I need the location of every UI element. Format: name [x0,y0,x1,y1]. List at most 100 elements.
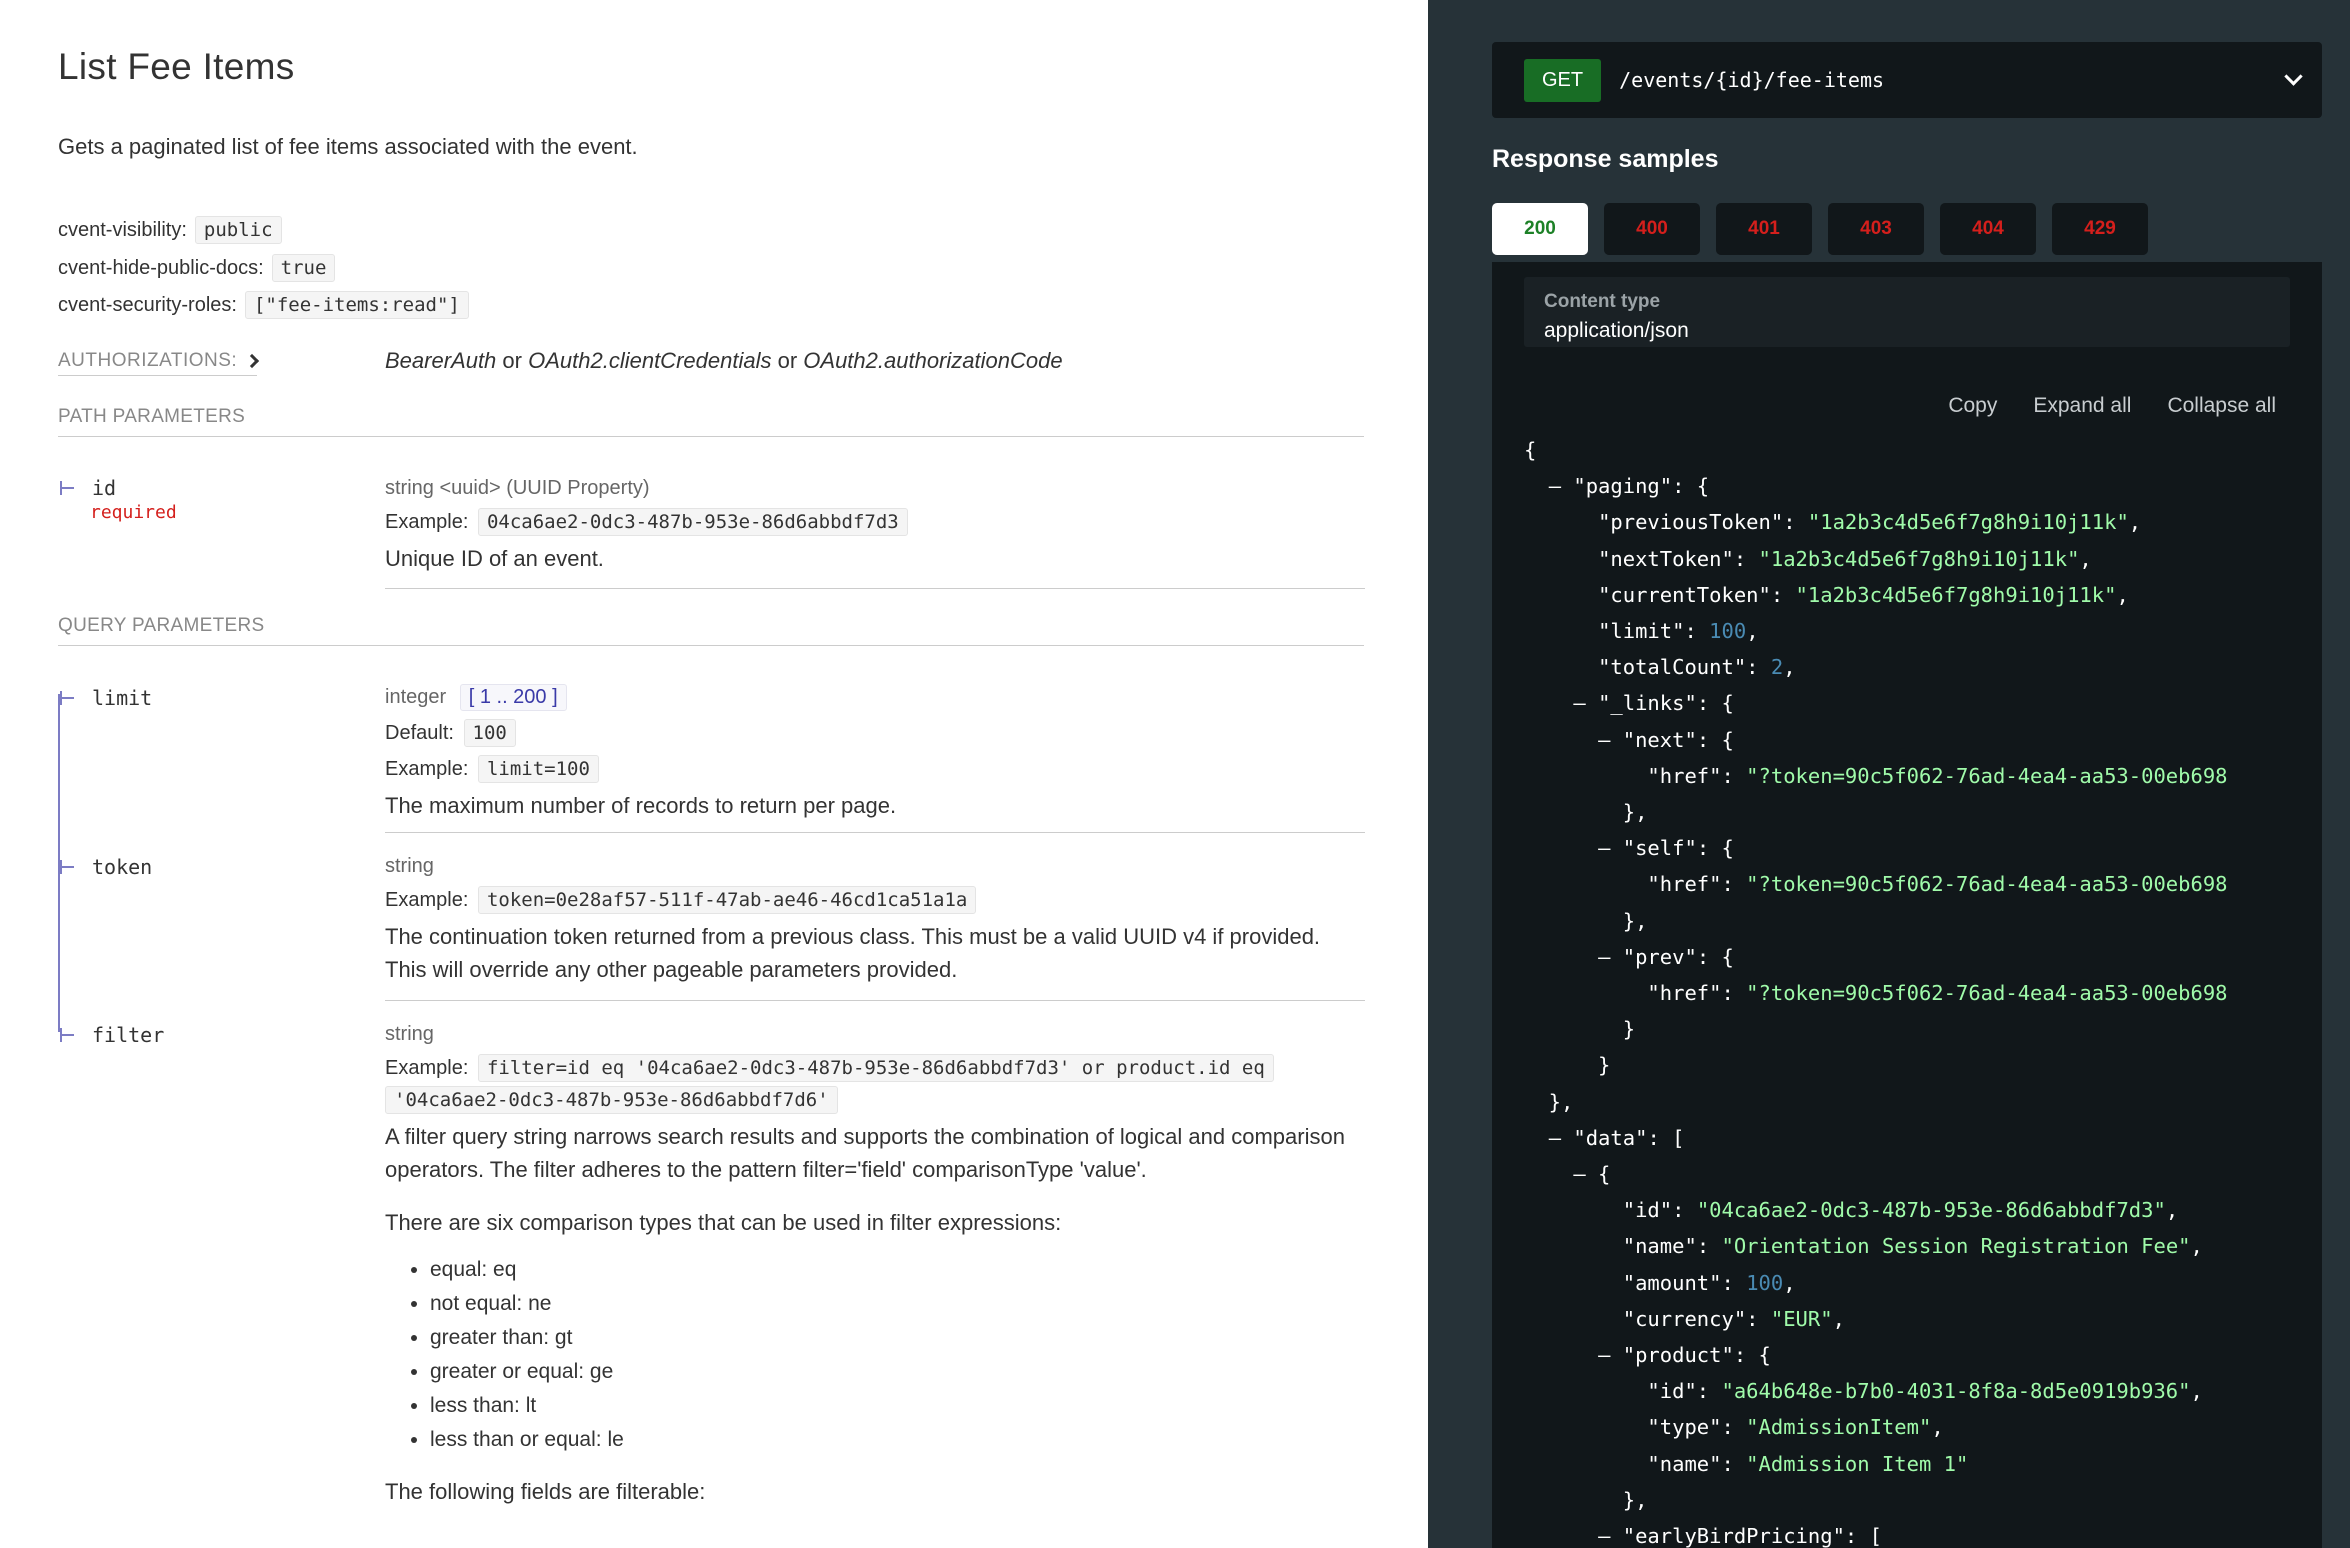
tree-connector-icon [60,860,74,874]
list-item: less than or equal: le [430,1423,1365,1457]
tab-200[interactable]: 200 [1492,203,1588,255]
param-description: A filter query string narrows search res… [385,1124,1345,1182]
extension-security-roles: cvent-security-roles: ["fee-items:read"] [58,291,469,319]
extension-value: true [271,254,336,282]
divider [385,588,1365,589]
json-sample: { – "paging": { "previousToken": "1a2b3c… [1524,438,2228,1548]
param-id-name: id [58,476,116,500]
content-type-value: application/json [1544,319,1689,342]
param-type: string <uuid> (UUID Property) [385,477,650,499]
path-parameters-heading: PATH PARAMETERS [58,406,1364,437]
extension-hide-public-docs: cvent-hide-public-docs: true [58,254,336,282]
param-range: [ 1 .. 200 ] [459,684,567,711]
content-type-label: Content type [1544,291,1661,312]
docs-content: List Fee Items Gets a paginated list of … [0,0,1428,1548]
example-value: token=0e28af57-511f-47ab-ae46-46cd1ca51a… [477,886,977,914]
ops-intro: There are six comparison types that can … [385,1210,1062,1235]
extension-label: cvent-visibility: [58,218,187,241]
param-example: Example: 04ca6ae2-0dc3-487b-953e-86d6abb… [385,508,1365,536]
auth-oauth-authorization-code: OAuth2.authorizationCode [803,348,1063,373]
chevron-right-icon [245,353,260,369]
auth-separator: or [502,348,522,373]
authorizations-list: BearerAuth or OAuth2.clientCredentials o… [385,348,1063,374]
collapse-toggle[interactable]: – [1549,1126,1561,1150]
tab-429[interactable]: 429 [2052,203,2148,255]
list-item: less than: lt [430,1389,1365,1423]
param-filter-details: string Example: filter=id eq '04ca6ae2-0… [385,1023,1365,1508]
extension-label: cvent-hide-public-docs: [58,256,264,279]
expand-all-button[interactable]: Expand all [2033,394,2131,418]
authorizations-label: AUTHORIZATIONS: [58,350,238,371]
param-type: string [385,855,434,877]
list-item: not equal: ne [430,1287,1365,1321]
param-limit-details: integer [ 1 .. 200 ] Default: 100 Exampl… [385,684,1365,822]
param-description: The maximum number of records to return … [385,793,897,818]
param-example-continued: '04ca6ae2-0dc3-487b-953e-86d6abbdf7d6' [385,1086,1365,1114]
code-actions: Copy Expand all Collapse all [1948,394,2276,418]
divider [385,832,1365,833]
collapse-toggle[interactable]: – [1573,691,1585,715]
collapse-toggle[interactable]: – [1598,945,1610,969]
collapse-toggle[interactable]: – [1598,836,1610,860]
collapse-toggle[interactable]: – [1598,1343,1610,1367]
example-value: limit=100 [477,755,599,783]
list-item: equal: eq [430,1253,1365,1287]
default-value: 100 [463,719,516,747]
param-token-details: string Example: token=0e28af57-511f-47ab… [385,855,1365,986]
required-label: required [90,502,177,523]
param-limit-name: limit [58,686,152,710]
tab-400[interactable]: 400 [1604,203,1700,255]
collapse-toggle[interactable]: – [1598,728,1610,752]
auth-bearer: BearerAuth [385,348,497,373]
example-value: 04ca6ae2-0dc3-487b-953e-86d6abbdf7d3 [477,508,908,536]
auth-separator: or [777,348,798,373]
response-sample-panel: Content type application/json Copy Expan… [1492,262,2322,1548]
endpoint-toggle[interactable]: GET /events/{id}/fee-items [1492,42,2322,118]
tree-connector-icon [60,481,74,495]
samples-panel: GET /events/{id}/fee-items Response samp… [1428,0,2350,1548]
chevron-down-icon [2284,67,2303,86]
fields-intro: The following fields are filterable: [385,1479,706,1504]
endpoint-path: /events/{id}/fee-items [1619,68,1885,92]
example-value: filter=id eq '04ca6ae2-0dc3-487b-953e-86… [477,1054,1274,1082]
tab-403[interactable]: 403 [1828,203,1924,255]
param-default: Default: 100 [385,719,1365,747]
authorizations-toggle[interactable]: AUTHORIZATIONS: [58,350,260,376]
comparison-ops-list: equal: eq not equal: ne greater than: gt… [430,1253,1365,1457]
param-token-name: token [58,855,152,879]
query-parameters-heading: QUERY PARAMETERS [58,615,1364,646]
param-id-details: string <uuid> (UUID Property) Example: 0… [385,477,1365,575]
response-status-tabs: 200 400 401 403 404 429 [1492,203,2148,255]
collapse-all-button[interactable]: Collapse all [2167,394,2276,418]
extension-visibility: cvent-visibility: public [58,216,282,244]
extension-label: cvent-security-roles: [58,293,237,316]
auth-oauth-client-credentials: OAuth2.clientCredentials [528,348,772,373]
collapse-toggle[interactable]: – [1598,1524,1610,1548]
tab-404[interactable]: 404 [1940,203,2036,255]
extension-value: ["fee-items:read"] [244,291,469,319]
copy-button[interactable]: Copy [1948,394,1997,418]
param-example: Example: filter=id eq '04ca6ae2-0dc3-487… [385,1054,1365,1082]
tree-connector-icon [60,691,74,705]
response-samples-title: Response samples [1492,145,1719,173]
param-filter-name: filter [58,1023,164,1047]
extension-value: public [194,216,282,244]
param-description: The continuation token returned from a p… [385,924,1321,982]
divider [385,1000,1365,1001]
collapse-toggle[interactable]: – [1549,474,1561,498]
http-method-badge: GET [1524,58,1602,102]
param-type: string [385,1023,434,1045]
param-example: Example: token=0e28af57-511f-47ab-ae46-4… [385,886,1365,914]
content-type-select[interactable]: Content type application/json [1524,277,2290,347]
tab-401[interactable]: 401 [1716,203,1812,255]
list-item: greater or equal: ge [430,1355,1365,1389]
example-value: '04ca6ae2-0dc3-487b-953e-86d6abbdf7d6' [385,1086,838,1114]
page-description: Gets a paginated list of fee items assoc… [58,134,638,159]
param-example: Example: limit=100 [385,755,1365,783]
page-title: List Fee Items [58,46,295,87]
collapse-toggle[interactable]: – [1573,1162,1585,1186]
tree-connector-icon [60,1028,74,1042]
list-item: greater than: gt [430,1321,1365,1355]
param-type: integer [ 1 .. 200 ] [385,684,1365,711]
param-description: Unique ID of an event. [385,546,604,571]
